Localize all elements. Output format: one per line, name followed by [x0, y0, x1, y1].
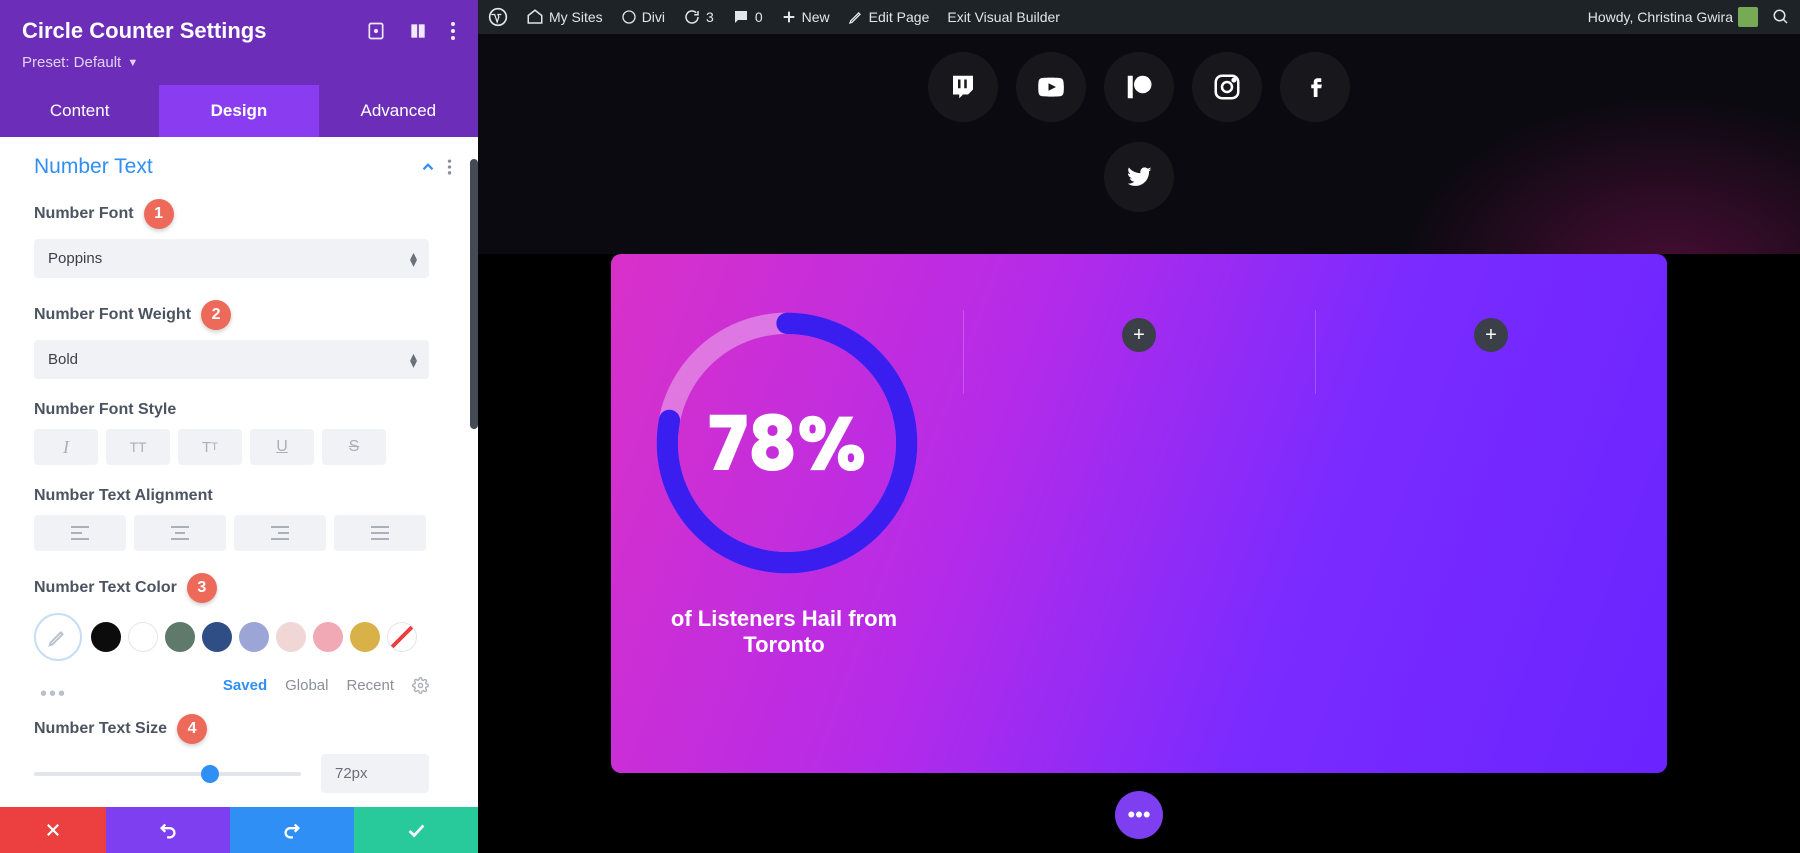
chevron-up-icon[interactable] [419, 158, 437, 176]
label-text-align: Number Text Alignment [34, 487, 452, 505]
style-smallcaps[interactable]: TT [178, 429, 242, 465]
settings-panel: Circle Counter Settings Preset: Default … [0, 0, 478, 853]
section-kebab-icon[interactable] [447, 158, 452, 176]
color-tab-saved[interactable]: Saved [223, 677, 267, 694]
wp-logo-icon[interactable] [488, 7, 508, 27]
undo-button[interactable] [106, 807, 230, 853]
swatch-pink[interactable] [313, 622, 343, 652]
column-2: + [963, 254, 1315, 773]
instagram-icon[interactable] [1192, 52, 1262, 122]
wp-comments[interactable]: 0 [732, 8, 763, 26]
label-text-color: Number Text Color 3 [34, 573, 452, 603]
swatch-blush[interactable] [276, 622, 306, 652]
panel-header: Circle Counter Settings Preset: Default … [0, 0, 478, 85]
swatch-olive[interactable] [165, 622, 195, 652]
responsive-icon[interactable] [366, 21, 386, 41]
column-1: 78% of Listeners Hail from Toronto [611, 254, 963, 773]
preset-selector[interactable]: Preset: Default ▼ [22, 54, 456, 71]
swatch-picker[interactable] [34, 613, 82, 661]
more-colors-icon[interactable]: ••• [40, 683, 67, 706]
style-underline[interactable]: U [250, 429, 314, 465]
align-center[interactable] [134, 515, 226, 551]
chevron-down-icon: ▼ [127, 57, 138, 69]
style-italic[interactable]: I [34, 429, 98, 465]
select-number-font[interactable]: Poppins ▴▾ [34, 239, 429, 278]
panel-title: Circle Counter Settings [22, 18, 366, 44]
color-tab-recent[interactable]: Recent [346, 677, 394, 694]
annotation-badge-2: 2 [201, 300, 231, 330]
label-font-style: Number Font Style [34, 401, 452, 419]
cancel-button[interactable] [0, 807, 106, 853]
preset-label: Preset: Default [22, 54, 121, 71]
counter-number: 78% [654, 310, 920, 576]
wp-edit-page[interactable]: Edit Page [848, 9, 930, 25]
select-value: Poppins [48, 250, 102, 267]
counter-caption: of Listeners Hail from Toronto [654, 606, 914, 658]
facebook-icon[interactable] [1280, 52, 1350, 122]
twitch-icon[interactable] [928, 52, 998, 122]
columns-icon[interactable] [408, 21, 428, 41]
size-slider[interactable] [34, 772, 301, 776]
kebab-icon[interactable] [450, 21, 456, 41]
wp-admin-bar: My Sites Divi 3 0 New Edit Page [478, 0, 1800, 34]
save-button[interactable] [354, 807, 478, 853]
wp-new[interactable]: New [781, 9, 830, 25]
swatch-none[interactable] [387, 622, 417, 652]
align-justify[interactable] [334, 515, 426, 551]
select-arrows-icon: ▴▾ [410, 252, 417, 266]
section-title[interactable]: Number Text [34, 155, 419, 179]
align-left[interactable] [34, 515, 126, 551]
action-bar [0, 807, 478, 853]
color-tab-global[interactable]: Global [285, 677, 328, 694]
page-hero [478, 34, 1800, 254]
page-canvas: My Sites Divi 3 0 New Edit Page [478, 0, 1800, 853]
column-3: + [1315, 254, 1667, 773]
search-icon[interactable] [1772, 8, 1790, 26]
add-module-button[interactable]: + [1122, 318, 1156, 352]
wp-howdy[interactable]: Howdy, Christina Gwira [1588, 7, 1758, 27]
patreon-icon[interactable] [1104, 52, 1174, 122]
tab-content[interactable]: Content [0, 85, 159, 137]
swatch-black[interactable] [91, 622, 121, 652]
youtube-icon[interactable] [1016, 52, 1086, 122]
tab-advanced[interactable]: Advanced [319, 85, 478, 137]
panel-body: Number Text Number Font 1 Poppins ▴▾ Num… [0, 137, 478, 807]
gear-icon[interactable] [412, 677, 429, 694]
select-font-weight[interactable]: Bold ▴▾ [34, 340, 429, 379]
swatch-gold[interactable] [350, 622, 380, 652]
swatch-row [34, 613, 452, 661]
swatch-navy[interactable] [202, 622, 232, 652]
label-font-weight: Number Font Weight 2 [34, 300, 452, 330]
label-text-size: Number Text Size 4 [34, 714, 452, 744]
annotation-badge-4: 4 [177, 714, 207, 744]
circle-counter[interactable]: 78% of Listeners Hail from Toronto [654, 310, 920, 658]
swatch-white[interactable] [128, 622, 158, 652]
scrollbar-thumb[interactable] [470, 159, 478, 429]
tab-design[interactable]: Design [159, 85, 318, 137]
twitter-icon[interactable] [1104, 142, 1174, 212]
wp-site-divi[interactable]: Divi [621, 9, 665, 25]
slider-thumb[interactable] [201, 765, 219, 783]
redo-button[interactable] [230, 807, 354, 853]
select-value: Bold [48, 351, 78, 368]
avatar [1738, 7, 1758, 27]
align-right[interactable] [234, 515, 326, 551]
style-uppercase[interactable]: TT [106, 429, 170, 465]
stats-section: 78% of Listeners Hail from Toronto + + [611, 254, 1667, 773]
wp-revisions[interactable]: 3 [683, 8, 714, 26]
label-number-font: Number Font 1 [34, 199, 452, 229]
style-strike[interactable]: S [322, 429, 386, 465]
annotation-badge-1: 1 [144, 199, 174, 229]
annotation-badge-3: 3 [187, 573, 217, 603]
add-module-button[interactable]: + [1474, 318, 1508, 352]
builder-fab[interactable]: ••• [1115, 791, 1163, 839]
select-arrows-icon: ▴▾ [410, 353, 417, 367]
size-input[interactable]: 72px [321, 754, 429, 793]
panel-tabs: Content Design Advanced [0, 85, 478, 137]
wp-exit-vb[interactable]: Exit Visual Builder [947, 9, 1060, 25]
swatch-lav[interactable] [239, 622, 269, 652]
wp-my-sites[interactable]: My Sites [526, 8, 603, 26]
